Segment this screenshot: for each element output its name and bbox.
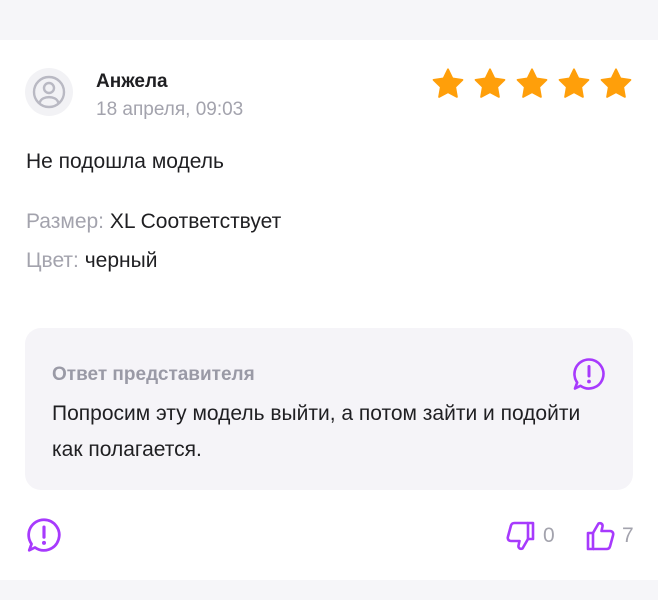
review-author: Анжела <box>96 71 168 92</box>
like-button[interactable]: 7 <box>582 518 634 554</box>
color-row: Цвет: черный <box>26 249 157 273</box>
star-icon <box>516 68 548 98</box>
user-avatar-icon <box>32 75 66 109</box>
like-count: 7 <box>622 524 634 547</box>
thumbs-down-icon <box>506 521 535 551</box>
top-divider-band <box>0 0 658 40</box>
star-icon <box>558 68 590 98</box>
size-row: Размер: XL Соответствует <box>26 210 281 234</box>
star-icon <box>474 68 506 98</box>
answer-title: Ответ представителя <box>52 364 255 385</box>
star-icon <box>432 68 464 98</box>
dislike-count: 0 <box>543 524 555 547</box>
size-value: XL Соответствует <box>109 210 282 233</box>
report-review-button[interactable] <box>25 516 63 554</box>
seller-answer-panel: Ответ представителя Попросим эту модель … <box>25 328 633 490</box>
thumbs-up-icon <box>586 521 615 551</box>
bottom-divider-band <box>0 580 658 600</box>
star-icon <box>600 68 632 98</box>
review-date: 18 апреля, 09:03 <box>96 99 244 120</box>
avatar <box>25 68 73 116</box>
answer-text: Попросим эту модель выйти, а потом зайти… <box>52 402 581 461</box>
color-value: черный <box>84 249 158 272</box>
dislike-button[interactable]: 0 <box>503 518 555 554</box>
size-label: Размер: <box>26 210 105 233</box>
color-label: Цвет: <box>26 249 79 272</box>
rating-stars <box>430 66 634 102</box>
review-text: Не подошла модель <box>26 150 224 173</box>
exclamation-bubble-icon[interactable] <box>571 356 607 392</box>
